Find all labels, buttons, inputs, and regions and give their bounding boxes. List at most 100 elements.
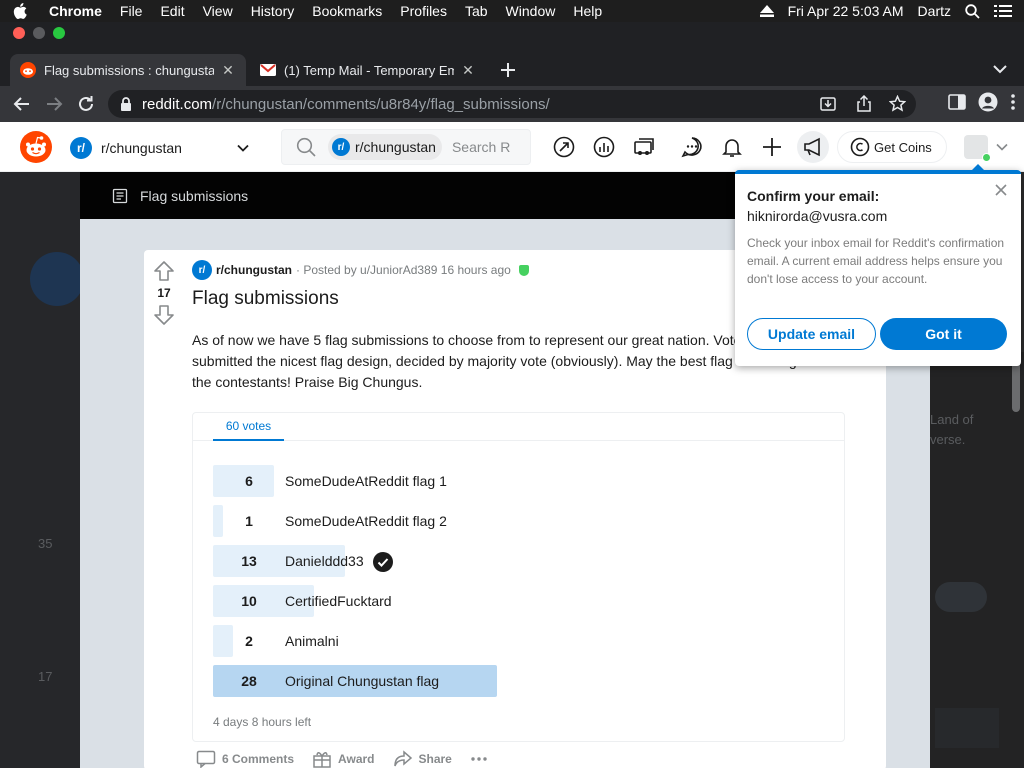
get-coins-label: Get Coins bbox=[874, 139, 932, 155]
zoom-window-button[interactable] bbox=[53, 27, 65, 39]
profile-icon[interactable] bbox=[978, 92, 998, 112]
tab-flag-submissions[interactable]: Flag submissions : chungustan ✕ bbox=[10, 54, 246, 86]
more-options-icon[interactable] bbox=[470, 756, 488, 762]
spotlight-search-icon[interactable] bbox=[965, 3, 980, 19]
tab-close-icon[interactable]: ✕ bbox=[220, 62, 236, 79]
background-sidebar-text: Land of bbox=[930, 412, 974, 427]
new-tab-plus-icon[interactable] bbox=[498, 60, 518, 80]
coin-icon bbox=[850, 137, 870, 157]
poll-option: 2 Animalni bbox=[213, 625, 813, 657]
get-coins-button[interactable]: Get Coins bbox=[837, 131, 947, 163]
post-author-time[interactable]: · Posted by u/JuniorAd389 16 hours ago bbox=[296, 263, 511, 277]
poll-option: 6 SomeDudeAtReddit flag 1 bbox=[213, 465, 813, 497]
menu-tab[interactable]: Tab bbox=[456, 3, 497, 19]
menu-edit[interactable]: Edit bbox=[151, 3, 193, 19]
poll-option-label: Animalni bbox=[285, 633, 339, 649]
community-dropdown[interactable]: r/ r/chungustan bbox=[70, 134, 260, 162]
user-menu-chevron-icon[interactable] bbox=[996, 142, 1008, 152]
close-window-button[interactable] bbox=[13, 27, 25, 39]
background-button bbox=[935, 582, 987, 612]
search-input[interactable]: r/ r/chungustan Search R bbox=[281, 129, 531, 165]
tab-title: Flag submissions : chungustan bbox=[44, 62, 214, 78]
address-bar[interactable]: reddit.com/r/chungustan/comments/u8r84y/… bbox=[108, 90, 916, 118]
bookmark-star-icon[interactable] bbox=[889, 95, 906, 112]
poll-option-label: Original Chungustan flag bbox=[285, 673, 440, 689]
search-scope-pill[interactable]: r/ r/chungustan bbox=[328, 134, 442, 160]
poll-option-label: SomeDudeAtReddit flag 1 bbox=[285, 473, 447, 489]
poll-tabs: 60 votes bbox=[193, 413, 844, 441]
reload-icon[interactable] bbox=[70, 88, 102, 120]
eject-icon[interactable] bbox=[759, 5, 774, 17]
window-titlebar bbox=[0, 22, 1024, 44]
poll-option-votes: 6 bbox=[245, 473, 253, 489]
menu-bookmarks[interactable]: Bookmarks bbox=[303, 3, 391, 19]
community-name: r/chungustan bbox=[101, 140, 182, 156]
background-subreddit-icon bbox=[30, 252, 84, 306]
post-meta: r/ r/chungustan · Posted by u/JuniorAd38… bbox=[192, 260, 529, 280]
update-email-button[interactable]: Update email bbox=[747, 318, 876, 350]
install-app-icon[interactable] bbox=[820, 96, 836, 112]
poll: 60 votes 6 SomeDudeAtReddit flag 1 1 SomeDu… bbox=[192, 412, 845, 742]
menu-file[interactable]: File bbox=[111, 3, 152, 19]
community-stats-icon[interactable] bbox=[592, 135, 616, 159]
search-icon bbox=[296, 137, 316, 157]
popover-arrow bbox=[971, 164, 985, 171]
voted-checkmark-icon bbox=[373, 552, 393, 572]
poll-option-label: CertifiedFucktard bbox=[285, 593, 392, 609]
poll-option-votes: 28 bbox=[241, 673, 257, 689]
subreddit-icon: r/ bbox=[70, 137, 92, 159]
close-icon[interactable] bbox=[993, 182, 1009, 198]
background-vote-count: 35 bbox=[38, 536, 53, 551]
tab-search-chevron-icon[interactable] bbox=[992, 64, 1008, 74]
menu-help[interactable]: Help bbox=[564, 3, 611, 19]
menu-history[interactable]: History bbox=[242, 3, 304, 19]
side-panel-icon[interactable] bbox=[948, 94, 966, 110]
chevron-down-icon bbox=[236, 141, 250, 155]
moderation-icon[interactable] bbox=[632, 135, 656, 159]
popular-icon[interactable] bbox=[552, 135, 576, 159]
award-button[interactable]: Award bbox=[312, 750, 375, 768]
upvote-arrow-icon[interactable] bbox=[153, 260, 175, 282]
got-it-button[interactable]: Got it bbox=[880, 318, 1007, 350]
downvote-arrow-icon[interactable] bbox=[153, 304, 175, 326]
subreddit-icon: r/ bbox=[332, 138, 350, 156]
apple-menu-icon[interactable] bbox=[0, 3, 40, 19]
forward-arrow-icon[interactable] bbox=[38, 88, 70, 120]
minimize-window-button[interactable] bbox=[33, 27, 45, 39]
confirm-email-popover: Confirm your email: hiknirorda@vusra.com… bbox=[735, 164, 1021, 366]
background-button bbox=[935, 708, 999, 748]
advertise-megaphone-icon[interactable] bbox=[797, 131, 829, 163]
share-arrow-icon bbox=[393, 750, 412, 767]
share-button[interactable]: Share bbox=[393, 750, 452, 768]
control-center-icon[interactable] bbox=[994, 4, 1012, 18]
chrome-menu-icon[interactable] bbox=[1010, 93, 1016, 111]
create-post-plus-icon[interactable] bbox=[760, 135, 784, 159]
poll-option-votes: 1 bbox=[245, 513, 253, 529]
menu-window[interactable]: Window bbox=[497, 3, 565, 19]
tab-temp-mail[interactable]: (1) Temp Mail - Temporary Ema ✕ bbox=[250, 54, 486, 86]
poll-option: 1 SomeDudeAtReddit flag 2 bbox=[213, 505, 813, 537]
reddit-favicon-icon bbox=[20, 62, 36, 78]
menu-profiles[interactable]: Profiles bbox=[391, 3, 456, 19]
menu-app-chrome[interactable]: Chrome bbox=[40, 3, 111, 19]
lock-icon[interactable] bbox=[120, 97, 132, 111]
comments-button[interactable]: 6 Comments bbox=[196, 750, 294, 768]
user-avatar[interactable] bbox=[964, 135, 991, 162]
poll-votes-tab[interactable]: 60 votes bbox=[213, 413, 284, 441]
menu-view[interactable]: View bbox=[194, 3, 242, 19]
reddit-logo-icon[interactable] bbox=[20, 131, 52, 163]
menubar-datetime[interactable]: Fri Apr 22 5:03 AM bbox=[788, 3, 904, 19]
post-subreddit-link[interactable]: r/chungustan bbox=[216, 263, 292, 277]
poll-option-votes: 2 bbox=[245, 633, 253, 649]
poll-option-votes: 13 bbox=[241, 553, 257, 569]
poll-option-label: SomeDudeAtReddit flag 2 bbox=[285, 513, 447, 529]
notifications-bell-icon[interactable] bbox=[720, 135, 744, 159]
chat-icon[interactable] bbox=[680, 135, 704, 159]
subreddit-icon[interactable]: r/ bbox=[192, 260, 212, 280]
share-icon[interactable] bbox=[856, 95, 872, 112]
browser-toolbar: reddit.com/r/chungustan/comments/u8r84y/… bbox=[0, 86, 1024, 122]
back-arrow-icon[interactable] bbox=[6, 88, 38, 120]
menubar-user[interactable]: Dartz bbox=[918, 3, 951, 19]
comments-label: 6 Comments bbox=[222, 752, 295, 766]
tab-close-icon[interactable]: ✕ bbox=[460, 62, 476, 79]
